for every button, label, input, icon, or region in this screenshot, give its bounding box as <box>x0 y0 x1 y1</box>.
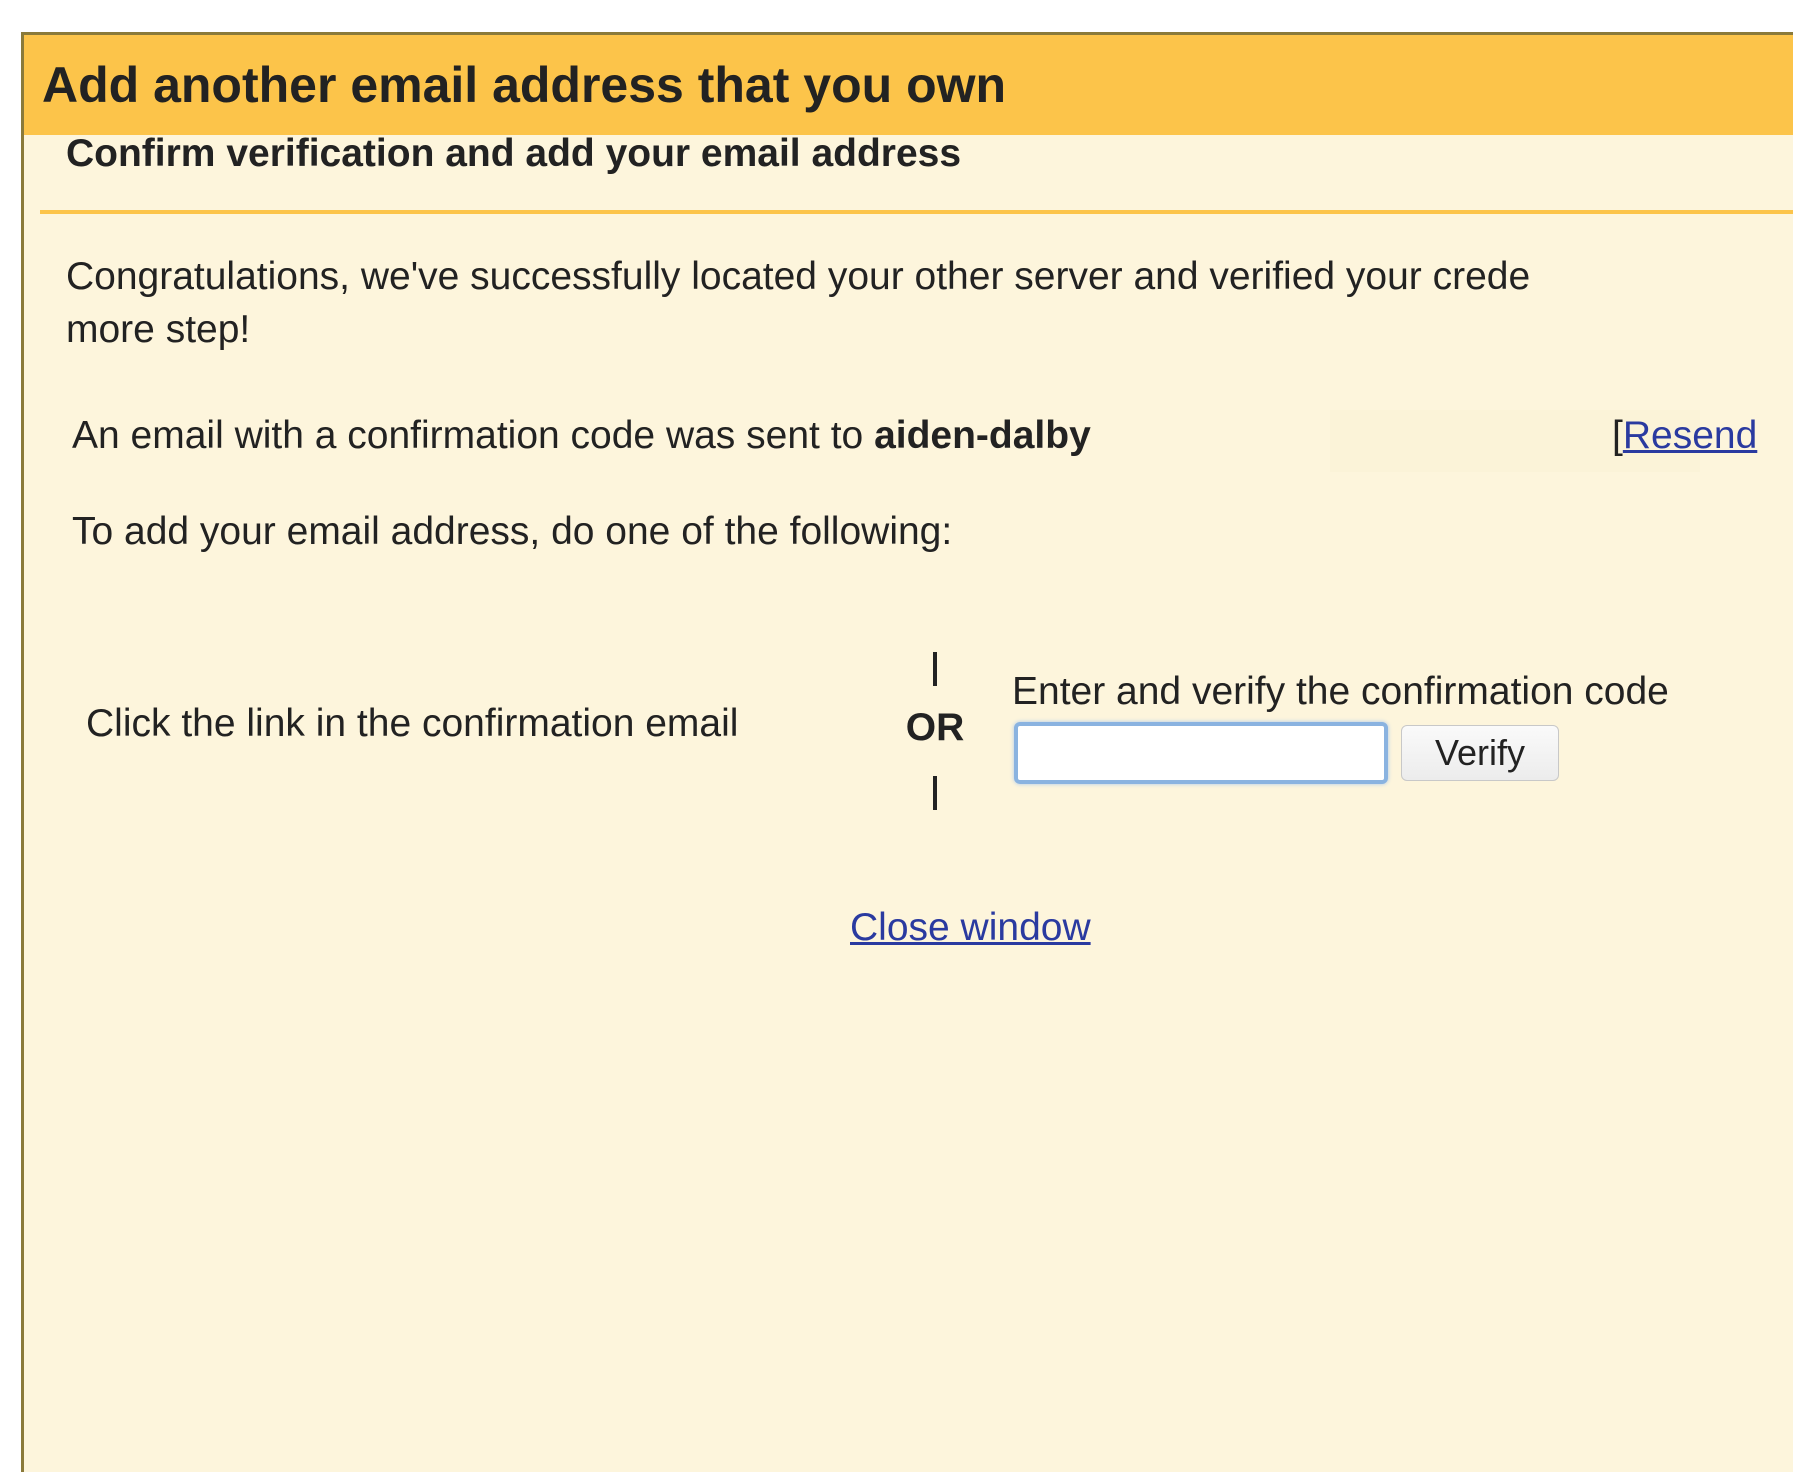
congratulations-message: Congratulations, we've successfully loca… <box>66 250 1793 356</box>
option-click-link-text: Click the link in the confirmation email <box>86 702 739 745</box>
or-divider-bottom-bar <box>933 776 937 810</box>
dialog-title-bar: Add another email address that you own <box>24 35 1793 135</box>
or-label: OR <box>905 706 965 749</box>
resend-link[interactable]: Resend <box>1623 414 1757 457</box>
resend-control: [Resend <box>1612 414 1757 458</box>
confirmation-code-input[interactable] <box>1014 722 1388 784</box>
congratulations-line-2: more step! <box>66 308 251 351</box>
instruction-text: To add your email address, do one of the… <box>72 510 953 553</box>
section-subtitle: Confirm verification and add your email … <box>66 132 962 175</box>
confirmation-sent-text: An email with a confirmation code was se… <box>72 414 1091 458</box>
close-window-link[interactable]: Close window <box>850 906 1091 950</box>
congratulations-line-1: Congratulations, we've successfully loca… <box>66 255 1531 298</box>
sent-email-address: aiden-dalby <box>874 414 1091 457</box>
or-divider-top-bar <box>933 652 937 686</box>
sent-prefix: An email with a confirmation code was se… <box>72 414 875 457</box>
confirmation-sent-row: An email with a confirmation code was se… <box>72 410 1793 472</box>
dialog-title: Add another email address that you own <box>42 57 1007 113</box>
resend-bracket: [ <box>1612 414 1623 457</box>
section-divider <box>40 210 1793 214</box>
or-divider: OR <box>900 652 970 812</box>
verify-button[interactable]: Verify <box>1401 725 1559 781</box>
option-enter-code-text: Enter and verify the confirmation code <box>1012 670 1669 713</box>
